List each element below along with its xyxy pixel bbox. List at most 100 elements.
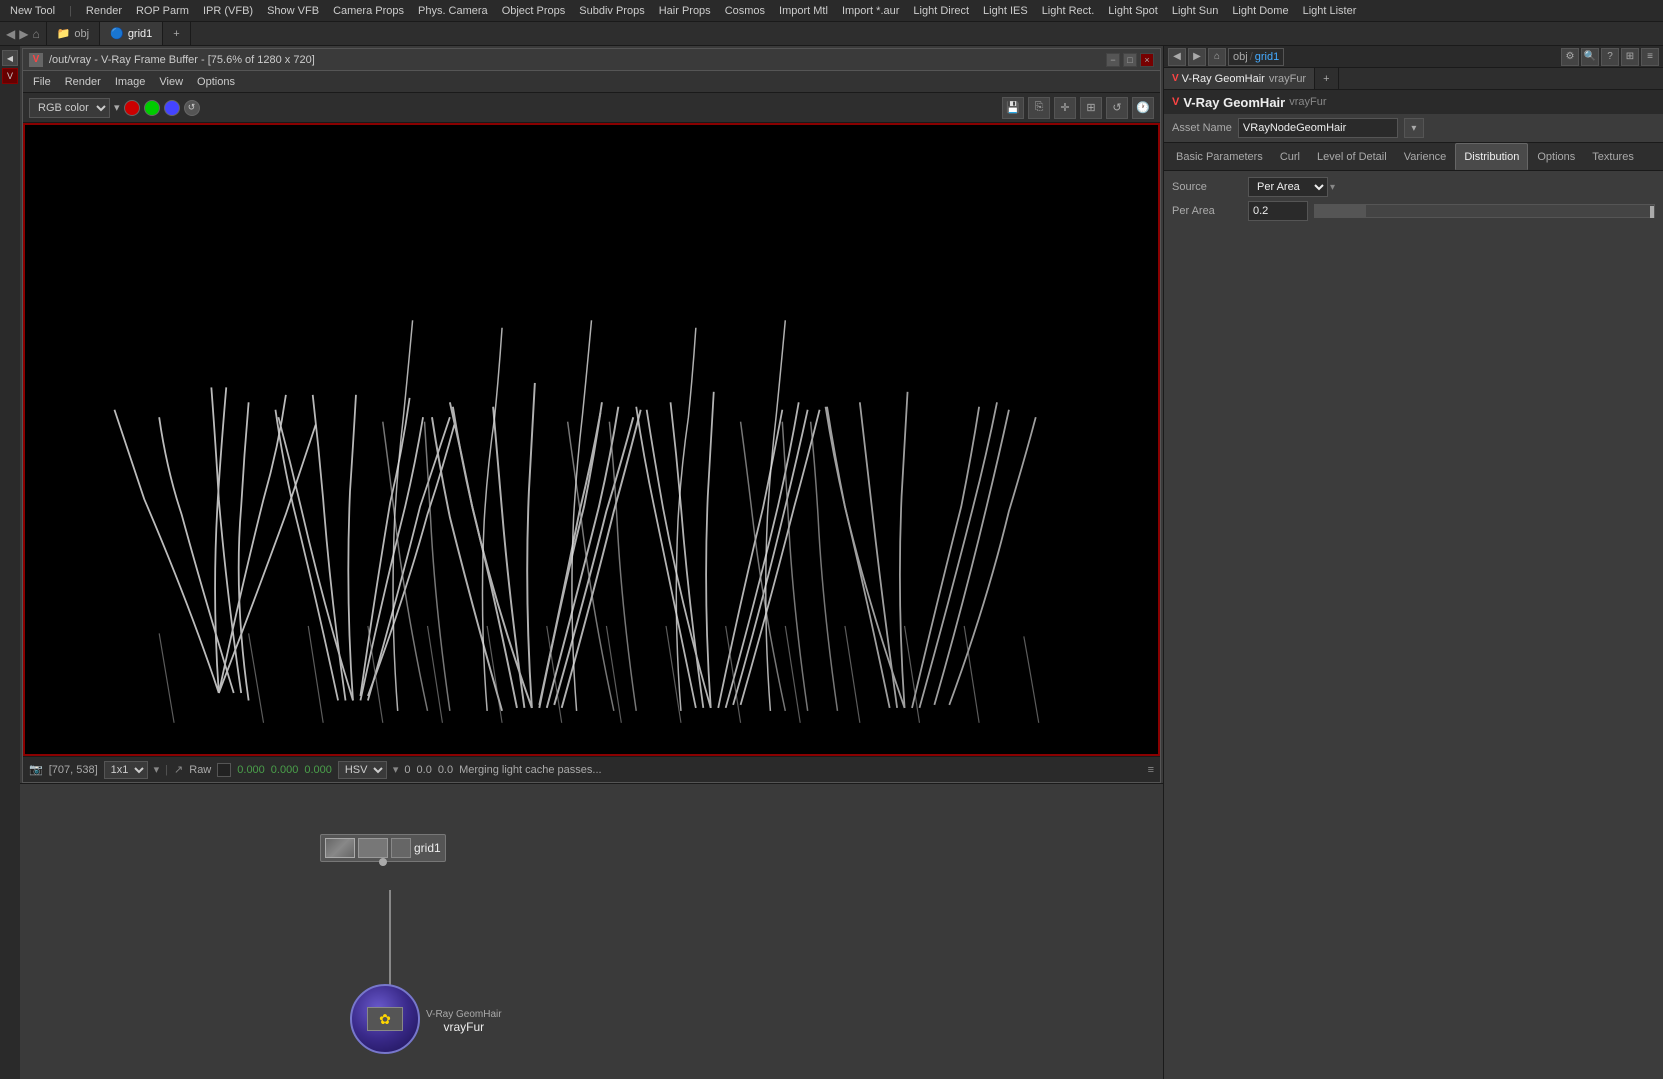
vfb-maximize-btn[interactable]: □ [1123, 53, 1137, 67]
rt-question-btn[interactable]: ? [1601, 48, 1619, 66]
source-row: Source Per Area ▾ [1172, 177, 1655, 197]
menu-light-rect[interactable]: Light Rect. [1036, 5, 1101, 17]
arrow-icon: ↗ [174, 763, 183, 776]
status-r: 0.000 [237, 764, 265, 776]
right-navtab-vray[interactable]: V V-Ray GeomHair vrayFur [1164, 68, 1315, 89]
tab-basic-parameters[interactable]: Basic Parameters [1168, 143, 1271, 170]
rt-forward-btn[interactable]: ▶ [1188, 48, 1206, 66]
color-channel-select[interactable]: RGB color [29, 98, 110, 118]
menu-camera-props[interactable]: Camera Props [327, 5, 410, 17]
menu-object-props[interactable]: Object Props [496, 5, 572, 17]
geomhair-panel-subtitle: vrayFur [1289, 96, 1326, 108]
per-area-slider[interactable] [1314, 204, 1655, 218]
vfb-window-controls: − □ × [1106, 53, 1154, 67]
right-topbar: ◀ ▶ ⌂ obj / grid1 ⚙ 🔍 ? ⊞ ≡ [1164, 46, 1663, 68]
vfb-copy-btn[interactable]: ⎘ [1028, 97, 1050, 119]
per-area-slider-thumb [1650, 206, 1654, 218]
grid1-node[interactable]: grid1 [320, 834, 446, 862]
sidebar-btn-1[interactable]: ◀ [2, 50, 18, 66]
source-select-container: Per Area ▾ [1248, 177, 1335, 197]
vfb-save-btn[interactable]: 💾 [1002, 97, 1024, 119]
right-navtab-plus[interactable]: + [1315, 68, 1338, 89]
menu-light-dome[interactable]: Light Dome [1226, 5, 1294, 17]
menu-light-lister[interactable]: Light Lister [1297, 5, 1363, 17]
vfb-menu-render[interactable]: Render [59, 76, 107, 88]
vfb-refresh-btn[interactable]: ↺ [1106, 97, 1128, 119]
vfb-cursor-btn[interactable]: ✛ [1054, 97, 1076, 119]
vfb-history-btn[interactable]: 🕐 [1132, 97, 1154, 119]
props-area: Source Per Area ▾ Per Area [1164, 171, 1663, 1079]
vfb-close-btn[interactable]: × [1140, 53, 1154, 67]
colorspace-select[interactable]: HSV [338, 761, 387, 779]
vfb-menu: File Render Image View Options [23, 71, 1160, 93]
vfb-menu-file[interactable]: File [27, 76, 57, 88]
vfb-menu-view[interactable]: View [153, 76, 189, 88]
source-label: Source [1172, 181, 1242, 193]
rt-more-btn[interactable]: ≡ [1641, 48, 1659, 66]
source-select[interactable]: Per Area [1248, 177, 1328, 197]
menu-light-spot[interactable]: Light Spot [1102, 5, 1164, 17]
status-list-icon[interactable]: ≡ [1148, 764, 1154, 776]
arrow-down-icon: ▾ [114, 101, 120, 114]
menu-light-sun[interactable]: Light Sun [1166, 5, 1224, 17]
status-icon-camera: 📷 [29, 763, 43, 776]
menu-show-vfb[interactable]: Show VFB [261, 5, 325, 17]
menu-rop-parm[interactable]: ROP Parm [130, 5, 195, 17]
color-btn-green[interactable] [144, 100, 160, 116]
grid1-connector [379, 858, 387, 866]
vfb-menu-image[interactable]: Image [109, 76, 152, 88]
back-btn[interactable]: ◀ [6, 27, 15, 41]
vfb-frame-btn[interactable]: ⊞ [1080, 97, 1102, 119]
vfb-statusbar: 📷 [707, 538] 1x1 ▾ | ↗ Raw 0.000 0.000 0… [23, 756, 1160, 782]
tab-curl[interactable]: Curl [1272, 143, 1308, 170]
menu-import-mtl[interactable]: Import Mtl [773, 5, 834, 17]
menu-light-direct[interactable]: Light Direct [907, 5, 975, 17]
color-btn-red[interactable] [124, 100, 140, 116]
asset-name-input[interactable] [1238, 118, 1398, 138]
per-area-value-input[interactable] [1248, 201, 1308, 221]
menu-render[interactable]: Render [80, 5, 128, 17]
rt-expand-btn[interactable]: ⊞ [1621, 48, 1639, 66]
geomhair-name-label: vrayFur [426, 1020, 502, 1034]
rt-search-btn[interactable]: 🔍 [1581, 48, 1599, 66]
menu-light-ies[interactable]: Light IES [977, 5, 1034, 17]
menu-subdiv-props[interactable]: Subdiv Props [573, 5, 650, 17]
tab-obj-icon: 📁 [57, 27, 71, 40]
home-btn[interactable]: ⌂ [32, 27, 39, 41]
tab-obj[interactable]: 📁 obj [47, 22, 100, 45]
per-area-label: Per Area [1172, 205, 1242, 217]
asset-name-dropdown-btn[interactable]: ▾ [1404, 118, 1424, 138]
right-navtabs: V V-Ray GeomHair vrayFur + [1164, 68, 1663, 90]
tab-new[interactable]: + [163, 22, 190, 45]
menu-import-aur[interactable]: Import *.aur [836, 5, 905, 17]
menu-hair-props[interactable]: Hair Props [653, 5, 717, 17]
tab-options[interactable]: Options [1529, 143, 1583, 170]
geomhair-node-container[interactable]: ✿ V-Ray GeomHair vrayFur [350, 984, 502, 1054]
vray-icon[interactable]: V [2, 68, 18, 84]
tab-grid1[interactable]: 🔵 grid1 [100, 22, 163, 45]
tab-varience[interactable]: Varience [1396, 143, 1455, 170]
right-panel: ◀ ▶ ⌂ obj / grid1 ⚙ 🔍 ? ⊞ ≡ V V-Ray [1163, 46, 1663, 1079]
vfb-menu-options[interactable]: Options [191, 76, 241, 88]
vfb-minimize-btn[interactable]: − [1106, 53, 1120, 67]
tab-level-of-detail[interactable]: Level of Detail [1309, 143, 1395, 170]
per-area-row: Per Area [1172, 201, 1655, 221]
menu-ipr[interactable]: IPR (VFB) [197, 5, 259, 17]
status-g: 0.000 [271, 764, 299, 776]
forward-btn[interactable]: ▶ [19, 27, 28, 41]
zoom-select[interactable]: 1x1 [104, 761, 148, 779]
menu-phys-camera[interactable]: Phys. Camera [412, 5, 494, 17]
tab-textures[interactable]: Textures [1584, 143, 1642, 170]
tab-distribution[interactable]: Distribution [1455, 143, 1528, 170]
status-divider-1: | [165, 764, 168, 776]
color-btn-refresh[interactable]: ↺ [184, 100, 200, 116]
color-btn-blue[interactable] [164, 100, 180, 116]
menu-cosmos[interactable]: Cosmos [719, 5, 771, 17]
rt-back-btn[interactable]: ◀ [1168, 48, 1186, 66]
top-menubar: New Tool | Render ROP Parm IPR (VFB) Sho… [0, 0, 1663, 22]
vray-tab-icon: V [1172, 73, 1179, 84]
rt-settings-btn[interactable]: ⚙ [1561, 48, 1579, 66]
vray-geomhair-node[interactable]: ✿ V-Ray GeomHair vrayFur [350, 984, 502, 1054]
geomhair-circle[interactable]: ✿ [350, 984, 420, 1054]
rt-home-btn[interactable]: ⌂ [1208, 48, 1226, 66]
